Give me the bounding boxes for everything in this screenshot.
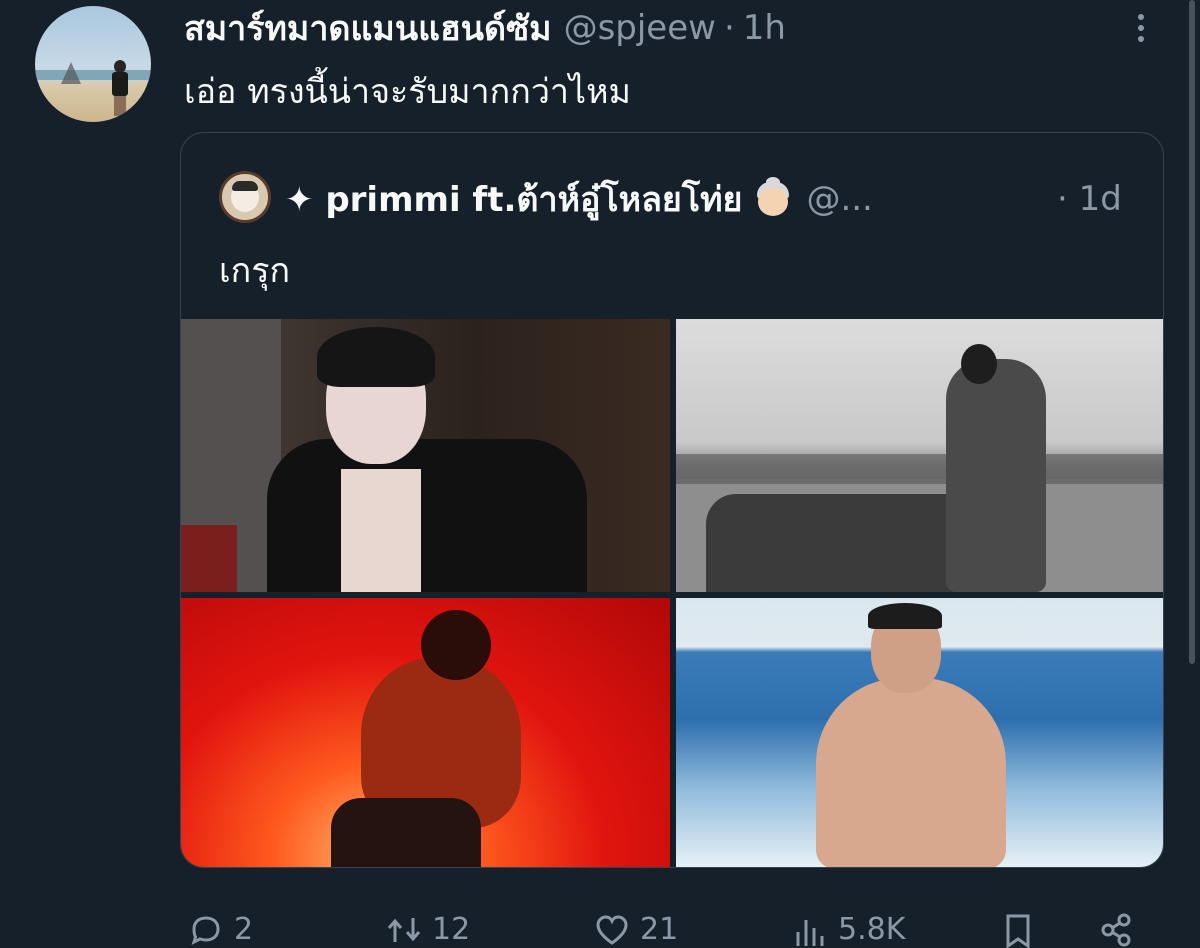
- quoted-author-avatar[interactable]: [219, 171, 271, 223]
- author-avatar[interactable]: [35, 6, 151, 122]
- quoted-tweet-time[interactable]: · 1d: [1057, 177, 1122, 221]
- tweet-text: เอ่อ ทรงนี้น่าจะรับมากกว่าไหม: [184, 72, 631, 112]
- older-woman-emoji-icon: [754, 177, 792, 218]
- photo-3[interactable]: [181, 598, 670, 867]
- more-options-icon[interactable]: [1128, 10, 1154, 50]
- retweet-count: 12: [432, 912, 471, 947]
- heart-icon: [596, 915, 628, 945]
- quoted-tweet-text: เกรุก: [219, 251, 291, 291]
- bookmark-icon: [1006, 914, 1030, 948]
- scrollbar[interactable]: [1189, 0, 1195, 664]
- author-handle[interactable]: @spjeew: [564, 8, 716, 48]
- quoted-tweet-header: ✦ primmi ft.ต้าห์อู๋โหลยโท่ย @...: [285, 177, 873, 221]
- like-count: 21: [640, 912, 679, 947]
- bookmark-button[interactable]: [1000, 912, 1046, 948]
- views-icon: [796, 920, 824, 946]
- reply-button[interactable]: 2: [188, 912, 253, 947]
- share-button[interactable]: [1098, 912, 1144, 947]
- photo-1[interactable]: [181, 319, 670, 592]
- retweet-icon: [387, 918, 421, 942]
- quoted-author-name[interactable]: ✦ primmi ft.ต้าห์อู๋โหลยโท่ย: [285, 172, 742, 226]
- quoted-author-handle[interactable]: @...: [806, 179, 872, 219]
- reply-count: 2: [234, 912, 254, 947]
- photo-grid: [181, 319, 1163, 867]
- views-count: 5.8K: [838, 912, 906, 947]
- tweet-header: สมาร์ทมาดแมนแฮนด์ซัม @spjeew · 1h: [184, 6, 786, 50]
- share-icon: [1101, 913, 1131, 947]
- like-button[interactable]: 21: [594, 912, 678, 947]
- photo-2[interactable]: [676, 319, 1163, 592]
- tweet-time[interactable]: 1h: [743, 8, 786, 48]
- separator-dot: ·: [723, 8, 735, 48]
- retweet-button[interactable]: 12: [386, 912, 470, 947]
- author-name[interactable]: สมาร์ทมาดแมนแฮนด์ซัม: [184, 1, 552, 55]
- views-button[interactable]: 5.8K: [792, 912, 905, 947]
- action-bar: 2 12 21 5.8K: [0, 900, 1200, 948]
- reply-icon: [191, 916, 220, 945]
- photo-4[interactable]: [676, 598, 1163, 867]
- quoted-tweet[interactable]: ✦ primmi ft.ต้าห์อู๋โหลยโท่ย @... · 1d เ…: [180, 132, 1164, 868]
